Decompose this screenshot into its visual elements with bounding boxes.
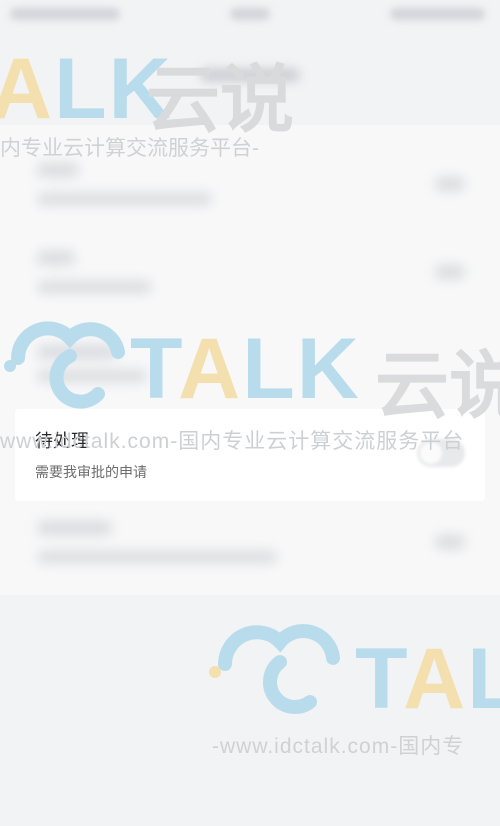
nav-bar (0, 30, 500, 82)
watermark-brand-bottom: TAL (355, 631, 500, 727)
setting-row[interactable] (15, 515, 485, 575)
pending-title: 待处理 (35, 431, 89, 452)
nav-title (200, 68, 300, 82)
idctalk-logo-icon (209, 624, 340, 714)
pending-toggle[interactable] (417, 439, 465, 467)
settings-card (0, 125, 500, 595)
status-bar (0, 0, 500, 30)
pending-subtitle: 需要我审批的申请 (35, 465, 147, 481)
watermark-tagline-bottom: -www.idctalk.com-国内专 (212, 735, 465, 758)
pending-item[interactable]: 待处理 需要我审批的申请 (15, 409, 485, 501)
status-carrier (10, 8, 120, 20)
setting-row[interactable] (15, 243, 485, 313)
setting-row[interactable] (15, 155, 485, 225)
status-icons (390, 8, 485, 20)
status-time (230, 8, 270, 20)
setting-row[interactable] (15, 335, 485, 395)
toggle-knob (420, 442, 442, 464)
